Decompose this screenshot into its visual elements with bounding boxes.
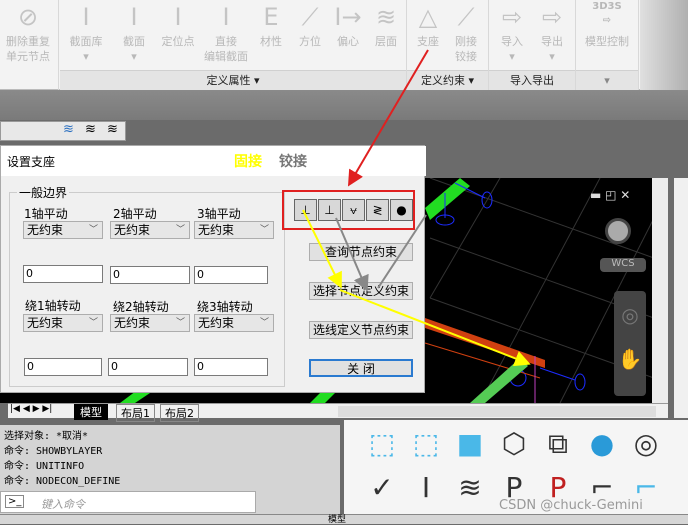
check-icon[interactable]: ✓	[362, 468, 402, 508]
status-bar: 模型	[0, 512, 688, 525]
section-check-icon[interactable]: I	[406, 468, 446, 508]
watermark: CSDN @chuck-Gemini	[499, 498, 643, 513]
box-front-icon[interactable]: ■	[450, 424, 490, 464]
box-side-icon[interactable]: ⬚	[406, 424, 446, 464]
square-circle-icon[interactable]: ⧉	[538, 424, 578, 464]
command-history-line: 命令: UNITINFO	[4, 461, 85, 472]
layer-check-icon[interactable]: ≋	[450, 468, 490, 508]
isometric-box-icon[interactable]: ⬡	[494, 424, 534, 464]
command-history-line: 命令: SHOWBYLAYER	[4, 446, 103, 457]
gray-arrow-2	[377, 214, 427, 289]
orbit-icon[interactable]: ◎	[626, 424, 666, 464]
command-placeholder: 键入命令	[41, 498, 85, 511]
gray-arrow-1	[335, 217, 369, 292]
command-window: 选择对象: *取消* 命令: SHOWBYLAYER 命令: UNITINFO …	[0, 425, 340, 516]
sphere-icon[interactable]: ●	[582, 424, 622, 464]
yellow-arrow-2	[339, 289, 531, 367]
status-model[interactable]: 模型	[328, 512, 346, 525]
command-prompt-icon: >_	[5, 495, 25, 508]
red-arrow	[347, 49, 429, 187]
yellow-arrow-1	[302, 209, 342, 289]
command-history-line: 命令: NODECON_DEFINE	[4, 476, 121, 487]
box-top-icon[interactable]: ⬚	[362, 424, 402, 464]
command-history-line: 选择对象: *取消*	[4, 431, 89, 442]
tool-palette: ⬚ ⬚ ■ ⬡ ⧉ ● ◎ ✓ I ≋ P P ⌐ ⌐ CSDN @chuck-…	[344, 420, 688, 516]
command-input[interactable]: >_ 键入命令	[0, 491, 256, 513]
